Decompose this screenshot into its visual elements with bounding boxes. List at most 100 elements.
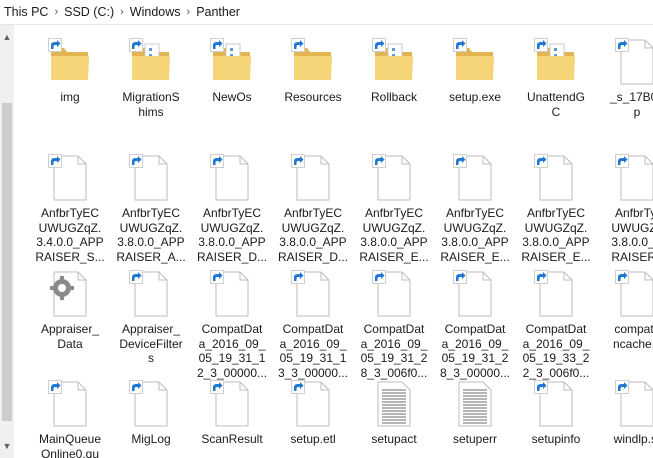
file-item[interactable]: AnfbrTyEC UWUGZqZ. 3.8.0.0_APP RAISER_E...: [354, 154, 434, 264]
file-item[interactable]: _s_17B0.tp: [597, 38, 653, 119]
breadcrumb-separator-icon[interactable]: ›: [185, 6, 193, 18]
folder-icon: [129, 38, 173, 86]
breadcrumb-item[interactable]: This PC: [0, 5, 52, 19]
file-item[interactable]: CompatDat a_2016_09_ 05_19_33_2 2_3_006f0..…: [516, 270, 596, 380]
item-label: CompatDat a_2016_09_ 05_19_31_2 8_3_006f0..…: [360, 322, 428, 380]
breadcrumb-item[interactable]: Windows: [126, 5, 185, 19]
folder-item[interactable]: MigrationS hims: [111, 38, 191, 119]
breadcrumb-separator-icon[interactable]: ›: [118, 6, 126, 18]
breadcrumb-item[interactable]: SSD (C:): [60, 5, 118, 19]
item-label: setup.exe: [448, 90, 502, 104]
folder-item[interactable]: img: [30, 38, 110, 105]
folder-icon: [291, 38, 335, 86]
file-item[interactable]: AnfbrTyEC UWUGZqZ. 3.8.0.0_APP RAISER_D...: [192, 154, 272, 264]
file-icon: [615, 154, 653, 202]
file-item[interactable]: AnfbrTylUWUGZc3.8.0.0_ARAISER_: [597, 154, 653, 264]
file-icon: [453, 154, 497, 202]
file-icon: [129, 380, 173, 428]
file-item[interactable]: ScanResult: [192, 380, 272, 447]
breadcrumb-item[interactable]: Panther: [192, 5, 244, 19]
file-icon: [210, 154, 254, 202]
file-icon: [210, 270, 254, 318]
file-item[interactable]: Appraiser_ Data: [30, 270, 110, 351]
file-icon: [534, 270, 578, 318]
item-label: AnfbrTylUWUGZc3.8.0.0_ARAISER_: [611, 206, 653, 264]
file-item[interactable]: Appraiser_ DeviceFilter s: [111, 270, 191, 366]
item-label: img: [60, 90, 80, 104]
folder-item[interactable]: NewOs: [192, 38, 272, 105]
file-item[interactable]: CompatDat a_2016_09_ 05_19_31_1 2_3_00000..…: [192, 270, 272, 380]
scroll-down-icon[interactable]: ▼: [0, 440, 14, 452]
folder-icon: [453, 38, 497, 86]
file-grid: img MigrationS hims NewOs Resources Rollback s…: [14, 25, 653, 458]
file-item[interactable]: AnfbrTyEC UWUGZqZ. 3.8.0.0_APP RAISER_D...: [273, 154, 353, 264]
file-icon: [48, 380, 92, 428]
file-icon: [372, 270, 416, 318]
file-icon: [291, 380, 335, 428]
item-label: CompatDat a_2016_09_ 05_19_31_1 2_3_00000..…: [196, 322, 268, 380]
item-label: setuperr: [452, 432, 498, 446]
file-icon: [453, 270, 497, 318]
item-label: windlp.st: [613, 432, 653, 446]
item-label: ScanResult: [201, 432, 263, 446]
breadcrumb: This PC › SSD (C:) › Windows › Panther: [0, 0, 653, 25]
file-icon: [129, 270, 173, 318]
file-item[interactable]: AnfbrTyEC UWUGZqZ. 3.8.0.0_APP RAISER_E...: [516, 154, 596, 264]
file-item[interactable]: windlp.st: [597, 380, 653, 447]
file-item[interactable]: CompatDat a_2016_09_ 05_19_31_2 8_3_006f0..…: [354, 270, 434, 380]
file-item[interactable]: CompatDat a_2016_09_ 05_19_31_2 8_3_00000..…: [435, 270, 515, 380]
item-label: AnfbrTyEC UWUGZqZ. 3.8.0.0_APP RAISER_D...: [277, 206, 349, 264]
item-label: _s_17B0.tp: [609, 90, 653, 119]
vertical-scrollbar[interactable]: ▲ ▼: [0, 25, 14, 458]
file-item[interactable]: CompatDat a_2016_09_ 05_19_31_1 3_3_00000..…: [273, 270, 353, 380]
folder-item[interactable]: UnattendG C: [516, 38, 596, 119]
file-icon: [129, 154, 173, 202]
item-label: MigrationS hims: [122, 90, 180, 119]
file-item[interactable]: setup.etl: [273, 380, 353, 447]
folder-icon: [372, 38, 416, 86]
folder-icon: [534, 38, 578, 86]
file-icon: [291, 154, 335, 202]
file-item[interactable]: AnfbrTyEC UWUGZqZ. 3.8.0.0_APP RAISER_E...: [435, 154, 515, 264]
item-label: CompatDat a_2016_09_ 05_19_31_1 3_3_00000..…: [277, 322, 349, 380]
file-icon: [48, 154, 92, 202]
file-item[interactable]: setupinfo: [516, 380, 596, 447]
scroll-up-icon[interactable]: ▲: [0, 31, 14, 43]
file-item[interactable]: compatsncache.c: [597, 270, 653, 351]
file-item[interactable]: AnfbrTyEC UWUGZqZ. 3.8.0.0_APP RAISER_A...: [111, 154, 191, 264]
item-label: AnfbrTyEC UWUGZqZ. 3.8.0.0_APP RAISER_E...: [359, 206, 429, 264]
folder-icon: [48, 38, 92, 86]
file-icon: [372, 154, 416, 202]
item-label: CompatDat a_2016_09_ 05_19_33_2 2_3_006f0..…: [522, 322, 590, 380]
item-label: MigLog: [131, 432, 171, 446]
file-item[interactable]: AnfbrTyEC UWUGZqZ. 3.4.0.0_APP RAISER_S...: [30, 154, 110, 264]
file-item[interactable]: setupact: [354, 380, 434, 447]
breadcrumb-separator-icon[interactable]: ›: [52, 6, 60, 18]
file-item[interactable]: MigLog: [111, 380, 191, 447]
item-label: CompatDat a_2016_09_ 05_19_31_2 8_3_00000..…: [439, 322, 511, 380]
item-label: NewOs: [212, 90, 252, 104]
file-item[interactable]: MainQueue Online0.qu: [30, 380, 110, 458]
file-item[interactable]: setuperr: [435, 380, 515, 447]
file-icon: [534, 154, 578, 202]
item-label: AnfbrTyEC UWUGZqZ. 3.8.0.0_APP RAISER_A...: [116, 206, 186, 264]
file-icon: [534, 380, 578, 428]
item-label: AnfbrTyEC UWUGZqZ. 3.8.0.0_APP RAISER_E...: [521, 206, 591, 264]
item-label: compatsncache.c: [612, 322, 653, 351]
scrollbar-thumb[interactable]: [2, 103, 12, 421]
item-label: AnfbrTyEC UWUGZqZ. 3.8.0.0_APP RAISER_E...: [440, 206, 510, 264]
item-label: MainQueue Online0.qu: [38, 432, 102, 458]
item-label: setupinfo: [531, 432, 581, 446]
folder-item[interactable]: Resources: [273, 38, 353, 105]
text-file-icon: [372, 380, 416, 428]
file-icon: [615, 38, 653, 86]
item-label: UnattendG C: [526, 90, 586, 119]
folder-item[interactable]: Rollback: [354, 38, 434, 105]
file-icon: [210, 380, 254, 428]
file-icon: [615, 270, 653, 318]
settings-file-icon: [48, 270, 92, 318]
file-icon: [291, 270, 335, 318]
file-icon: [615, 380, 653, 428]
folder-item[interactable]: setup.exe: [435, 38, 515, 105]
item-label: AnfbrTyEC UWUGZqZ. 3.8.0.0_APP RAISER_D...: [196, 206, 268, 264]
